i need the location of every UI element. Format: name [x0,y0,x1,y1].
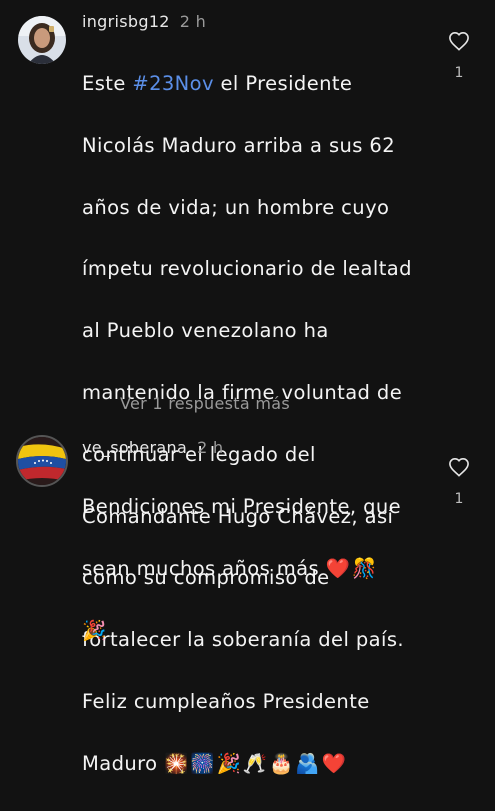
username[interactable]: ingrisbg12 [82,12,170,31]
comment-header: ingrisbg12 2 h [82,12,206,31]
avatar[interactable] [16,435,68,487]
comment-line: Maduro 🎇🎆🎉🥂🎂🫂❤️ [82,751,348,775]
comment-line: sean muchos años más ❤️🎊 [82,556,379,580]
heart-outline-icon[interactable] [448,31,470,55]
view-replies-link[interactable]: Ver 1 respuesta más [120,394,290,413]
comment-line: Feliz cumpleaños Presidente [82,690,370,714]
comment-line: ímpetu revolucionario de lealtad [82,257,412,281]
timestamp: 2 h [197,438,224,457]
emoji-row: 🎇🎆🎉🥂🎂🫂❤️ [164,751,348,775]
emoji-row: 🎉 [82,618,109,642]
like-column: 1 [444,457,474,507]
like-column: 1 [444,31,474,81]
comment-line: Bendiciones mi Presidente, que [82,494,402,518]
comment-line: Nicolás Maduro arriba a sus 62 [82,133,396,157]
comment-header: ve_soberana 2 h [82,438,223,457]
comment-body: Bendiciones mi Presidente, que sean much… [82,461,422,677]
username[interactable]: ve_soberana [82,438,187,457]
comment-item: ve_soberana 2 h Bendiciones mi Presidente… [0,420,495,642]
comment-item: ingrisbg12 2 h Este #23Nov el Presidente … [0,0,495,775]
avatar-photo [18,16,66,64]
avatar[interactable] [18,16,66,64]
heart-outline-icon[interactable] [448,457,470,481]
comment-line: al Pueblo venezolano ha [82,319,329,343]
timestamp: 2 h [179,12,207,31]
avatar-flag-image [18,437,66,485]
like-count: 1 [454,491,464,507]
comment-line: Este #23Nov el Presidente [82,71,353,95]
emoji-row: ❤️🎊 [325,556,379,580]
like-count: 1 [454,65,464,81]
hashtag-link[interactable]: #23Nov [132,72,214,95]
comment-line: años de vida; un hombre cuyo [82,195,390,219]
comment-line: 🎉 [82,616,422,647]
